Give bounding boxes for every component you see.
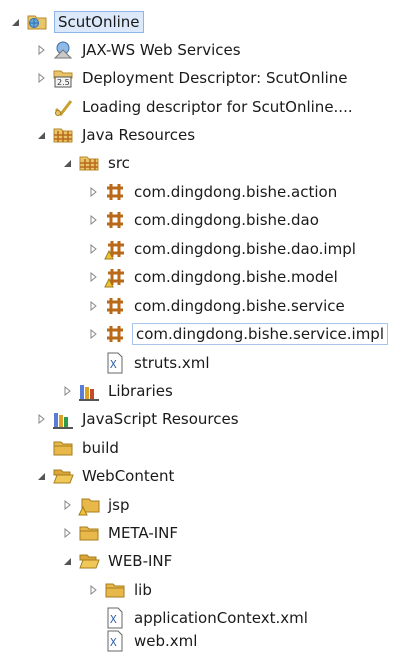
tree-item-label: com.dingdong.bishe.model (134, 268, 338, 286)
xml-file-icon: X (104, 352, 126, 374)
expand-arrow-icon[interactable] (86, 264, 100, 290)
tree-item-web-xml[interactable]: X web.xml (86, 628, 199, 654)
tree-item-package-model[interactable]: com.dingdong.bishe.model (86, 264, 340, 290)
deployment-descriptor-icon: 2.5 (52, 67, 74, 89)
tree-item-src[interactable]: src (60, 150, 132, 176)
tree-item-label: com.dingdong.bishe.dao.impl (134, 240, 356, 258)
expand-arrow-icon[interactable] (86, 236, 100, 262)
package-icon (104, 209, 126, 231)
tree-item-label: JAX-WS Web Services (82, 41, 241, 59)
tree-item-struts-xml[interactable]: X struts.xml (86, 350, 212, 376)
tree-item-label: applicationContext.xml (134, 609, 308, 627)
tree-item-webcontent[interactable]: WebContent (34, 463, 176, 489)
folder-icon (78, 522, 100, 544)
project-explorer-tree: ScutOnline JAX-WS Web Services 2.5 Deplo… (0, 0, 413, 654)
tree-item-label: META-INF (108, 524, 179, 542)
tree-item-jsp[interactable]: jsp (60, 492, 132, 518)
web-project-icon (26, 11, 48, 33)
expand-arrow-icon[interactable] (34, 406, 48, 432)
tree-item-label: JavaScript Resources (82, 410, 239, 428)
folder-open-icon (78, 550, 100, 572)
libraries-icon (78, 380, 100, 402)
expand-arrow-icon[interactable] (34, 37, 48, 63)
svg-text:X: X (110, 358, 117, 371)
tree-item-jax-ws[interactable]: JAX-WS Web Services (34, 37, 243, 63)
tree-item-label: build (82, 439, 119, 457)
tree-item-label: Java Resources (82, 126, 196, 144)
expand-arrow-icon[interactable] (60, 492, 74, 518)
tree-item-label: com.dingdong.bishe.service (134, 297, 345, 315)
expand-arrow-icon[interactable] (86, 179, 100, 205)
expand-arrow-icon[interactable] (34, 65, 48, 91)
tree-item-label: com.dingdong.bishe.service.impl (132, 323, 388, 345)
tree-item-label: src (108, 154, 130, 172)
tree-item-label: WebContent (82, 467, 175, 485)
tree-item-package-action[interactable]: com.dingdong.bishe.action (86, 179, 339, 205)
collapse-arrow-icon[interactable] (34, 122, 48, 148)
tree-item-label: WEB-INF (108, 552, 173, 570)
tree-item-label: struts.xml (134, 354, 210, 372)
folder-icon (52, 437, 74, 459)
tree-item-label: Loading descriptor for ScutOnline.... (82, 98, 353, 116)
tree-item-loading-descriptor[interactable]: Loading descriptor for ScutOnline.... (34, 94, 355, 120)
svg-text:X: X (110, 636, 117, 649)
tree-item-scutonline[interactable]: ScutOnline (8, 9, 144, 35)
tree-item-label: ScutOnline (54, 11, 144, 33)
xml-file-icon: X (104, 607, 126, 629)
collapse-arrow-icon[interactable] (60, 548, 74, 574)
expand-arrow-icon[interactable] (86, 293, 100, 319)
collapse-arrow-icon[interactable] (8, 9, 22, 35)
folder-icon (104, 579, 126, 601)
expand-arrow-icon[interactable] (60, 378, 74, 404)
loading-icon (52, 96, 74, 118)
tree-item-javascript-resources[interactable]: JavaScript Resources (34, 406, 241, 432)
svg-text:X: X (110, 613, 117, 626)
expand-arrow-icon[interactable] (60, 520, 74, 546)
tree-item-label: com.dingdong.bishe.action (134, 183, 338, 201)
folder-open-icon (52, 465, 74, 487)
tree-item-package-service[interactable]: com.dingdong.bishe.service (86, 293, 347, 319)
tree-item-label: web.xml (134, 632, 198, 650)
expand-arrow-icon[interactable] (86, 321, 100, 347)
folder-warning-icon (78, 494, 100, 516)
package-icon (104, 295, 126, 317)
javascript-resources-icon (52, 408, 74, 430)
package-icon (104, 181, 126, 203)
expand-arrow-icon[interactable] (86, 577, 100, 603)
tree-item-package-dao[interactable]: com.dingdong.bishe.dao (86, 207, 321, 233)
tree-item-java-resources[interactable]: Java Resources (34, 122, 197, 148)
tree-item-label: Deployment Descriptor: ScutOnline (82, 69, 348, 87)
tree-item-label: Libraries (108, 382, 173, 400)
collapse-arrow-icon[interactable] (34, 463, 48, 489)
tree-item-package-dao-impl[interactable]: com.dingdong.bishe.dao.impl (86, 236, 358, 262)
tree-item-deployment-descriptor[interactable]: 2.5 Deployment Descriptor: ScutOnline (34, 65, 350, 91)
package-warning-icon (104, 266, 126, 288)
package-warning-icon (104, 238, 126, 260)
web-services-icon (52, 39, 74, 61)
package-icon (104, 323, 126, 345)
expand-arrow-icon[interactable] (86, 207, 100, 233)
tree-item-build[interactable]: build (34, 435, 121, 461)
tree-item-label: lib (134, 581, 152, 599)
tree-item-libraries[interactable]: Libraries (60, 378, 175, 404)
tree-item-meta-inf[interactable]: META-INF (60, 520, 180, 546)
svg-text:2.5: 2.5 (57, 78, 70, 87)
tree-item-web-inf[interactable]: WEB-INF (60, 548, 174, 574)
xml-file-icon: X (104, 630, 126, 652)
tree-item-label: com.dingdong.bishe.dao (134, 211, 319, 229)
collapse-arrow-icon[interactable] (60, 150, 74, 176)
tree-item-package-service-impl[interactable]: com.dingdong.bishe.service.impl (86, 321, 388, 347)
tree-item-lib[interactable]: lib (86, 577, 154, 603)
java-resources-icon (52, 124, 74, 146)
tree-item-label: jsp (108, 496, 130, 514)
source-folder-icon (78, 152, 100, 174)
